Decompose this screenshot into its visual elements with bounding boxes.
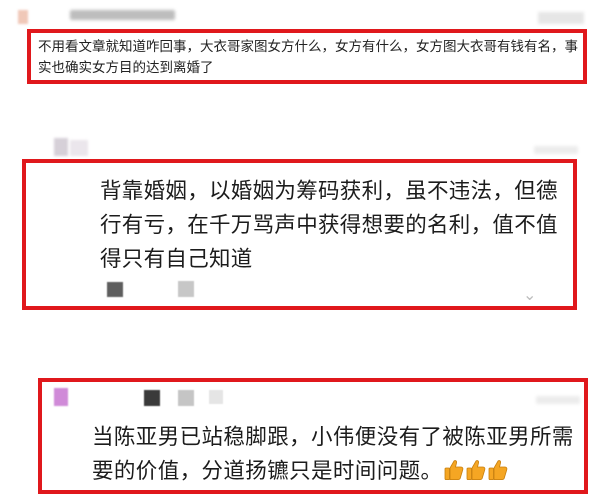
thumbs-up-icon [467,460,486,481]
blurred-username [70,10,175,20]
thumbs-up-emoji-group [442,459,508,484]
chevron-down-icon[interactable]: ⌄ [523,285,536,304]
thumbs-up-icon [445,460,464,481]
comment-3-text: 当陈亚男已站稳脚跟，小伟便没有了被陈亚男所需要的价值，分道扬镳只是时间问题。 [92,421,582,489]
comment-screenshot: 不用看文章就知道咋回事，大衣哥家图女方什么，女方有什么，女方图大衣哥有钱有名，事… [0,0,600,497]
blurred-username [70,140,88,156]
comment-1-text: 不用看文章就知道咋回事，大衣哥家图女方什么，女方有什么，女方图大衣哥有钱有名，事… [38,39,578,76]
blurred-meta-icon [178,281,194,297]
avatar [54,138,68,156]
blurred-action-icon [538,12,584,24]
blurred-action-icon [534,146,578,154]
thumbs-up-icon [489,460,508,481]
blurred-meta-icon [107,282,123,297]
avatar [18,10,28,24]
comment-2-text: 背靠婚姻，以婚姻为筹码获利，虽不违法，但德行有亏，在千万骂声中获得想要的名利，值… [100,179,558,272]
